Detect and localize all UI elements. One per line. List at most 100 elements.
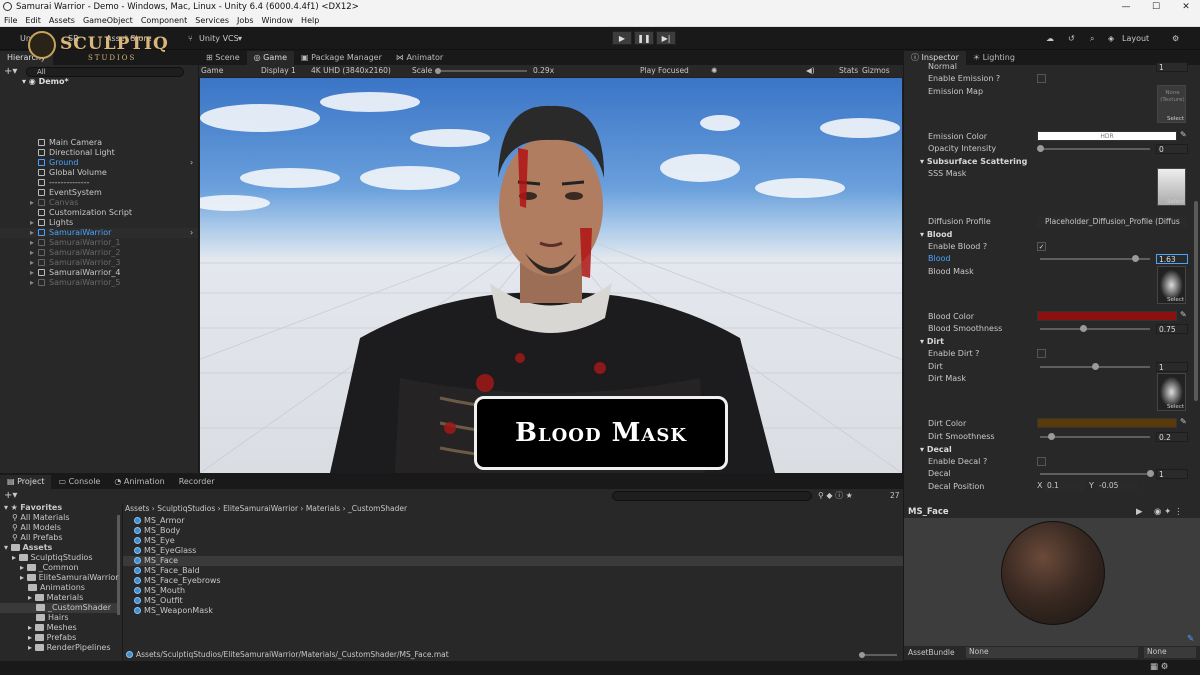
project-tree-item[interactable]: ⚲ All Models bbox=[12, 523, 61, 533]
material-file-item[interactable]: MS_EyeGlass bbox=[123, 546, 903, 556]
stats-button[interactable]: Stats bbox=[839, 65, 858, 77]
sss-header[interactable]: ▾ Subsurface Scattering bbox=[920, 156, 1027, 168]
material-file-item[interactable]: MS_Armor bbox=[123, 516, 903, 526]
expand-icon[interactable]: ▾ bbox=[4, 543, 11, 552]
menu-file[interactable]: File bbox=[4, 16, 17, 25]
asset-bundle-dropdown[interactable]: None bbox=[966, 647, 1138, 658]
opacity-slider-knob[interactable] bbox=[1037, 145, 1044, 152]
blood-mask-thumb[interactable]: Select bbox=[1157, 266, 1186, 304]
scale-slider[interactable] bbox=[435, 70, 527, 72]
hierarchy-item[interactable]: ▸ Canvas bbox=[0, 198, 198, 208]
decal-x-field[interactable]: 0.1 bbox=[1045, 481, 1085, 491]
tree-scrollbar[interactable] bbox=[117, 515, 120, 615]
scene-row[interactable]: ▾ ◉ Demo* bbox=[22, 77, 69, 86]
hierarchy-search[interactable]: All bbox=[26, 67, 184, 77]
hierarchy-item[interactable]: ▸ SamuraiWarrior_5 bbox=[0, 278, 198, 288]
texture-select-label[interactable]: Select bbox=[1167, 116, 1184, 122]
material-file-item[interactable]: MS_Body bbox=[123, 526, 903, 536]
project-tree-item[interactable]: Hairs bbox=[36, 613, 69, 623]
hierarchy-item[interactable]: Customization Script bbox=[0, 208, 198, 218]
play-button[interactable]: ▶ bbox=[612, 31, 632, 45]
blood-field[interactable]: 1.63 bbox=[1156, 254, 1188, 264]
texture-select-label[interactable]: Select bbox=[1167, 297, 1184, 303]
enable-decal-checkbox[interactable] bbox=[1037, 457, 1046, 466]
enable-dirt-checkbox[interactable] bbox=[1037, 349, 1046, 358]
audio-icon[interactable]: ◀) bbox=[806, 65, 815, 77]
status-icons[interactable]: ▦ ⚙ bbox=[1150, 662, 1168, 672]
tab-package-manager[interactable]: ▣ Package Manager bbox=[294, 51, 389, 65]
dirt-smoothness-field[interactable]: 0.2 bbox=[1156, 432, 1188, 442]
minimize-button[interactable]: — bbox=[1112, 0, 1140, 14]
crumb-sculptiq[interactable]: SculptiqStudios bbox=[157, 504, 215, 513]
blood-smoothness-slider-knob[interactable] bbox=[1079, 325, 1087, 332]
history-icon[interactable]: ↺ bbox=[1068, 32, 1075, 46]
chevron-right-icon[interactable]: › bbox=[190, 228, 193, 238]
material-file-item[interactable]: MS_Eye bbox=[123, 536, 903, 546]
dirt-field[interactable]: 1 bbox=[1156, 362, 1188, 372]
expand-icon[interactable]: ▸ bbox=[30, 258, 34, 268]
display-dropdown[interactable]: Display 1 bbox=[261, 65, 296, 77]
project-tree-item[interactable]: Animations bbox=[28, 583, 85, 593]
hierarchy-item[interactable]: -------------- bbox=[0, 178, 198, 188]
project-tree-item[interactable]: ▸ Prefabs bbox=[28, 633, 76, 643]
hierarchy-item[interactable]: ▸ SamuraiWarrior › bbox=[0, 228, 198, 238]
expand-icon[interactable]: ▸ bbox=[30, 248, 34, 258]
tab-animation[interactable]: ◔ Animation bbox=[107, 475, 171, 489]
menu-edit[interactable]: Edit bbox=[25, 16, 41, 25]
expand-icon[interactable]: ▸ bbox=[30, 218, 34, 228]
dirt-mask-thumb[interactable]: Select bbox=[1157, 373, 1186, 411]
tab-lighting[interactable]: ☀ Lighting bbox=[966, 51, 1022, 65]
menu-component[interactable]: Component bbox=[141, 16, 187, 25]
blood-smoothness-field[interactable]: 0.75 bbox=[1156, 324, 1188, 334]
material-file-item[interactable]: MS_Outfit bbox=[123, 596, 903, 606]
material-file-item[interactable]: MS_Face_Bald bbox=[123, 566, 903, 576]
eyedropper-icon[interactable]: ✎ bbox=[1180, 310, 1187, 319]
enable-blood-checkbox[interactable]: ✓ bbox=[1037, 242, 1046, 251]
hierarchy-item[interactable]: ▸ SamuraiWarrior_3 bbox=[0, 258, 198, 268]
tab-project[interactable]: ▤ Project bbox=[0, 475, 52, 489]
material-file-item[interactable]: MS_Mouth bbox=[123, 586, 903, 596]
sss-mask-thumb[interactable]: Select bbox=[1157, 168, 1186, 206]
expand-icon[interactable]: ▸ bbox=[20, 573, 27, 582]
crumb-assets[interactable]: Assets bbox=[125, 504, 149, 513]
zoom-slider-knob[interactable] bbox=[859, 652, 865, 658]
material-file-item[interactable]: MS_WeaponMask bbox=[123, 606, 903, 616]
expand-icon[interactable]: ▸ bbox=[30, 238, 34, 248]
project-tree-item[interactable]: ▸ Materials bbox=[28, 593, 83, 603]
project-tree-item[interactable]: _CustomShader bbox=[0, 603, 117, 613]
dirt-smoothness-slider-knob[interactable] bbox=[1048, 433, 1055, 440]
inspector-scrollbar[interactable] bbox=[1194, 201, 1198, 401]
enable-emission-checkbox[interactable] bbox=[1037, 74, 1046, 83]
menu-jobs[interactable]: Jobs bbox=[237, 16, 254, 25]
filter-icons[interactable]: ⚲ ◆ ⓘ ★ bbox=[818, 490, 853, 501]
decal-y-field[interactable]: -0.05 bbox=[1097, 481, 1137, 491]
pause-button[interactable]: ❚❚ bbox=[634, 31, 654, 45]
hierarchy-item[interactable]: ▸ SamuraiWarrior_1 bbox=[0, 238, 198, 248]
texture-select-label[interactable]: Select bbox=[1167, 199, 1184, 205]
opacity-field[interactable]: 0 bbox=[1156, 144, 1188, 154]
vcs-button[interactable]: Unity VCS bbox=[199, 32, 239, 46]
blood-smoothness-slider-track[interactable] bbox=[1040, 328, 1150, 330]
hierarchy-item[interactable]: ▸ SamuraiWarrior_4 bbox=[0, 268, 198, 278]
dirt-slider-knob[interactable] bbox=[1092, 363, 1099, 370]
expand-icon[interactable]: ▸ bbox=[30, 278, 34, 288]
gizmos-button[interactable]: Gizmos bbox=[862, 65, 890, 77]
eyedropper-icon[interactable]: ✎ bbox=[1180, 130, 1187, 139]
project-tree-item[interactable]: ▸ SculptiqStudios bbox=[12, 553, 93, 563]
expand-icon[interactable]: ▸ bbox=[30, 228, 34, 238]
decal-slider-track[interactable] bbox=[1040, 473, 1150, 475]
emission-map-thumb[interactable]: Select None (Texture) bbox=[1157, 85, 1186, 123]
game-mode-dropdown[interactable]: Game bbox=[201, 65, 223, 77]
resolution-dropdown[interactable]: 4K UHD (3840x2160) bbox=[311, 65, 391, 77]
menu-window[interactable]: Window bbox=[262, 16, 294, 25]
normal-field[interactable]: 1 bbox=[1156, 62, 1188, 72]
tab-game[interactable]: ◎ Game bbox=[246, 51, 294, 65]
add-button[interactable]: +▾ bbox=[4, 66, 17, 77]
asset-variant-dropdown[interactable]: None bbox=[1144, 647, 1196, 658]
material-file-item[interactable]: MS_Face bbox=[123, 556, 903, 566]
close-button[interactable]: ✕ bbox=[1172, 0, 1200, 14]
tab-recorder[interactable]: Recorder bbox=[172, 475, 222, 489]
project-tree-item[interactable]: ▾ ★ Favorites bbox=[4, 503, 62, 513]
expand-icon[interactable]: ▸ bbox=[30, 268, 34, 278]
expand-icon[interactable]: ▸ bbox=[30, 198, 34, 208]
